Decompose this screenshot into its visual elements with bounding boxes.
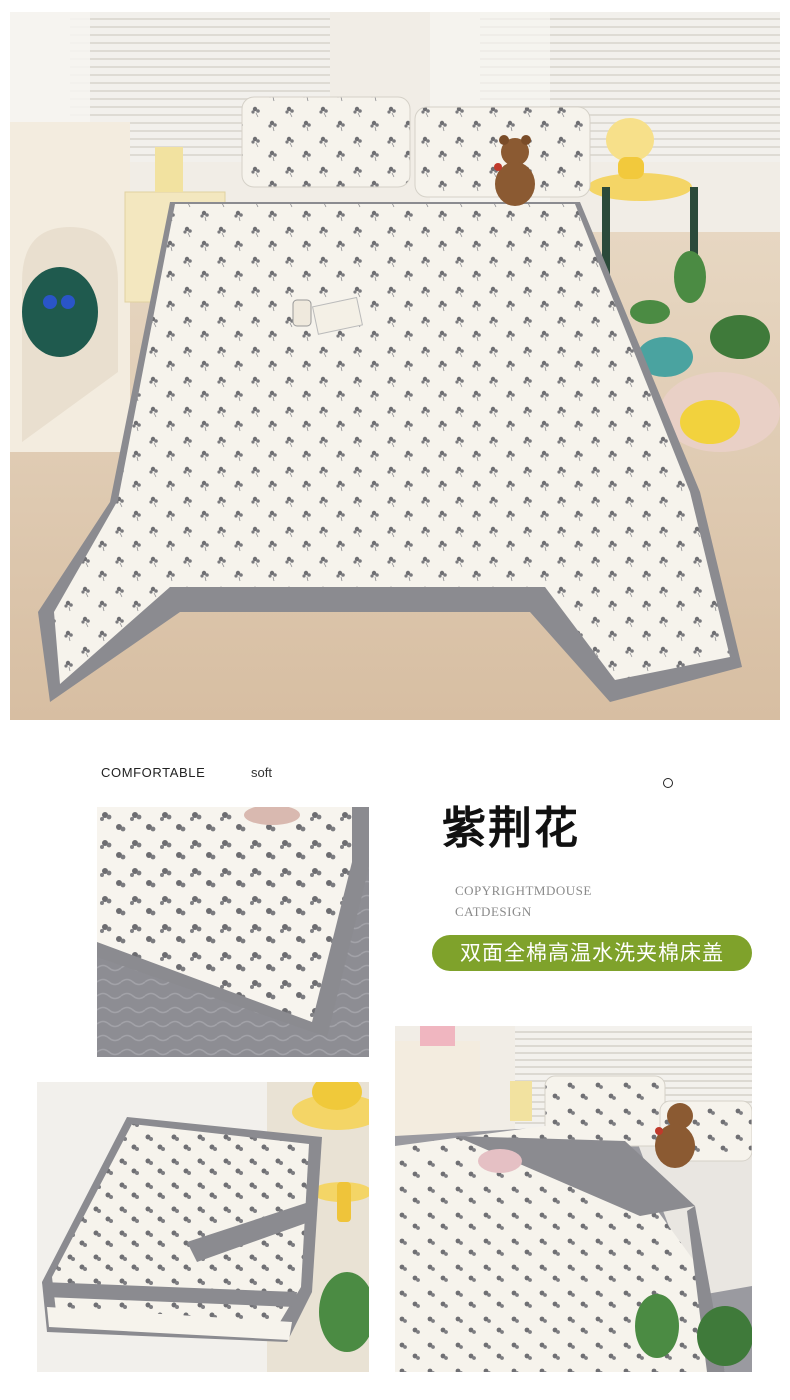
bedroom-scene: [10, 12, 780, 720]
copyright-line-1: COPYRIGHTMDOUSE: [455, 883, 592, 898]
circle-decoration-icon: [663, 778, 673, 788]
folded-bedspread-photo: [37, 1082, 369, 1372]
bed-with-teddy-photo: [395, 1026, 752, 1372]
fabric-detail-scene: [97, 807, 369, 1057]
hero-product-photo: [10, 12, 780, 720]
fabric-detail-photo: [97, 807, 369, 1057]
tagline-soft: soft: [251, 765, 272, 780]
copyright-line-2: CATDESIGN: [455, 904, 532, 919]
bed-corner-scene: [395, 1026, 752, 1372]
product-title: 紫荆花: [442, 803, 580, 854]
folded-bedspread-scene: [37, 1082, 369, 1372]
tagline-comfortable: COMFORTABLE: [101, 765, 206, 780]
product-subtitle-pill: 双面全棉高温水洗夹棉床盖: [432, 935, 752, 971]
